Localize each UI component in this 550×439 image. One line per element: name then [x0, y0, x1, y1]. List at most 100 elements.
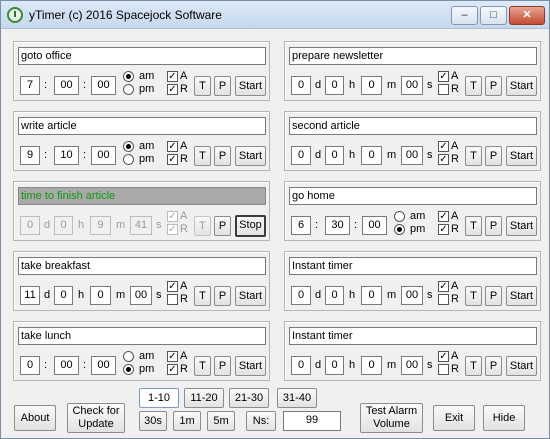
- pm-radio[interactable]: [123, 364, 134, 375]
- timer-name-input[interactable]: second article: [289, 117, 537, 135]
- alarm-checkbox[interactable]: ✓: [438, 141, 449, 152]
- alarm-checkbox[interactable]: ✓: [438, 211, 449, 222]
- timer-p-button[interactable]: P: [485, 216, 502, 236]
- timer-p-button[interactable]: P: [214, 216, 231, 236]
- seconds-field[interactable]: 00: [401, 286, 423, 305]
- repeat-checkbox[interactable]: [438, 364, 449, 375]
- test-alarm-volume-button[interactable]: Test Alarm Volume: [360, 403, 423, 433]
- hours-field[interactable]: 0: [325, 356, 344, 375]
- am-radio[interactable]: [123, 71, 134, 82]
- about-button[interactable]: About: [14, 405, 56, 431]
- page-21-30-button[interactable]: 21-30: [229, 388, 269, 408]
- pm-radio[interactable]: [123, 154, 134, 165]
- minute-field[interactable]: 10: [54, 146, 79, 165]
- start-button[interactable]: Start: [506, 286, 537, 306]
- timer-p-button[interactable]: P: [485, 76, 502, 96]
- start-button[interactable]: Start: [235, 146, 266, 166]
- repeat-checkbox[interactable]: ✓: [438, 224, 449, 235]
- timer-name-input[interactable]: Instant timer: [289, 257, 537, 275]
- timer-t-button[interactable]: T: [194, 216, 211, 236]
- days-field[interactable]: 0: [291, 76, 311, 95]
- timer-p-button[interactable]: P: [485, 356, 502, 376]
- minute-field[interactable]: 00: [54, 76, 79, 95]
- seconds-field[interactable]: 00: [130, 286, 152, 305]
- repeat-checkbox[interactable]: ✓: [438, 154, 449, 165]
- days-field[interactable]: 0: [291, 286, 311, 305]
- repeat-checkbox[interactable]: [438, 84, 449, 95]
- timer-name-input[interactable]: time to finish article: [18, 187, 266, 205]
- alarm-checkbox[interactable]: ✓: [167, 281, 178, 292]
- hours-field[interactable]: 0: [325, 76, 344, 95]
- hours-field[interactable]: 0: [325, 286, 344, 305]
- start-button[interactable]: Start: [506, 76, 537, 96]
- am-radio[interactable]: [123, 141, 134, 152]
- page-11-20-button[interactable]: 11-20: [184, 388, 224, 408]
- close-button[interactable]: ✕: [509, 6, 545, 25]
- start-button[interactable]: Start: [506, 356, 537, 376]
- minutes-field[interactable]: 9: [90, 216, 111, 235]
- seconds-field[interactable]: 00: [401, 146, 423, 165]
- am-radio[interactable]: [123, 351, 134, 362]
- pm-radio[interactable]: [394, 224, 405, 235]
- minute-field[interactable]: 30: [325, 216, 350, 235]
- alarm-checkbox[interactable]: ✓: [167, 351, 178, 362]
- maximize-button[interactable]: □: [480, 6, 507, 25]
- hours-field[interactable]: 0: [54, 216, 73, 235]
- timer-name-input[interactable]: prepare newsletter: [289, 47, 537, 65]
- alarm-checkbox[interactable]: ✓: [167, 141, 178, 152]
- timer-t-button[interactable]: T: [465, 356, 482, 376]
- second-field[interactable]: 00: [362, 216, 387, 235]
- page-31-40-button[interactable]: 31-40: [277, 388, 317, 408]
- hour-field[interactable]: 0: [20, 356, 40, 375]
- pm-radio[interactable]: [123, 84, 134, 95]
- quick-5m-button[interactable]: 5m: [207, 411, 235, 431]
- timer-t-button[interactable]: T: [465, 76, 482, 96]
- timer-name-input[interactable]: go home: [289, 187, 537, 205]
- alarm-checkbox[interactable]: ✓: [167, 211, 178, 222]
- timer-t-button[interactable]: T: [194, 76, 211, 96]
- minutes-field[interactable]: 0: [361, 356, 382, 375]
- days-field[interactable]: 0: [20, 216, 40, 235]
- start-button[interactable]: Start: [235, 286, 266, 306]
- hide-button[interactable]: Hide: [483, 405, 525, 431]
- repeat-checkbox[interactable]: [167, 294, 178, 305]
- timer-t-button[interactable]: T: [194, 146, 211, 166]
- check-update-button[interactable]: Check for Update: [67, 403, 125, 433]
- seconds-field[interactable]: 41: [130, 216, 152, 235]
- alarm-checkbox[interactable]: ✓: [438, 281, 449, 292]
- exit-button[interactable]: Exit: [433, 405, 475, 431]
- timer-p-button[interactable]: P: [214, 286, 231, 306]
- days-field[interactable]: 11: [20, 286, 40, 305]
- repeat-checkbox[interactable]: ✓: [167, 364, 178, 375]
- ns-button[interactable]: Ns:: [246, 411, 276, 431]
- timer-name-input[interactable]: goto office: [18, 47, 266, 65]
- timer-t-button[interactable]: T: [465, 286, 482, 306]
- days-field[interactable]: 0: [291, 356, 311, 375]
- quick-30s-button[interactable]: 30s: [139, 411, 167, 431]
- hour-field[interactable]: 7: [20, 76, 40, 95]
- timer-p-button[interactable]: P: [214, 76, 231, 96]
- alarm-checkbox[interactable]: ✓: [167, 71, 178, 82]
- start-button[interactable]: Start: [506, 146, 537, 166]
- quick-1m-button[interactable]: 1m: [173, 411, 201, 431]
- stop-button[interactable]: Stop: [235, 215, 266, 237]
- minimize-button[interactable]: –: [451, 6, 478, 25]
- days-field[interactable]: 0: [291, 146, 311, 165]
- timer-p-button[interactable]: P: [485, 146, 502, 166]
- start-button[interactable]: Start: [235, 356, 266, 376]
- minute-field[interactable]: 00: [54, 356, 79, 375]
- hours-field[interactable]: 0: [54, 286, 73, 305]
- alarm-checkbox[interactable]: ✓: [438, 351, 449, 362]
- timer-name-input[interactable]: Instant timer: [289, 327, 537, 345]
- timer-name-input[interactable]: take lunch: [18, 327, 266, 345]
- start-button[interactable]: Start: [235, 76, 266, 96]
- repeat-checkbox[interactable]: ✓: [167, 84, 178, 95]
- hour-field[interactable]: 6: [291, 216, 311, 235]
- timer-name-input[interactable]: take breakfast: [18, 257, 266, 275]
- second-field[interactable]: 00: [91, 76, 116, 95]
- alarm-checkbox[interactable]: ✓: [438, 71, 449, 82]
- minutes-field[interactable]: 0: [90, 286, 111, 305]
- timer-p-button[interactable]: P: [214, 146, 231, 166]
- start-button[interactable]: Start: [506, 216, 537, 236]
- repeat-checkbox[interactable]: [438, 294, 449, 305]
